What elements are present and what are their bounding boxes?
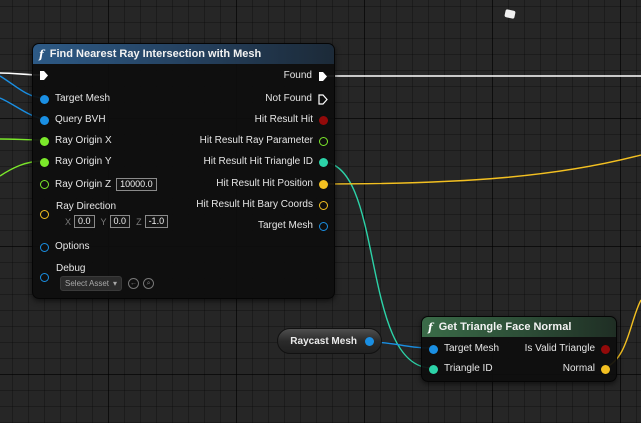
- not-found-exec-output-pin[interactable]: Not Found: [265, 93, 328, 105]
- use-selected-icon[interactable]: ←: [128, 278, 140, 289]
- object-pin-icon: [319, 221, 328, 231]
- debug-asset-row: Select Asset ▾ ← ⌕: [60, 276, 155, 291]
- float-pin-icon: [40, 136, 49, 146]
- exec-pin-icon: [40, 71, 48, 80]
- bool-pin-icon: [601, 344, 610, 354]
- ray-direction-fields: X 0.0 Y 0.0 Z -1.0: [57, 215, 169, 228]
- is-valid-triangle-output-pin[interactable]: Is Valid Triangle: [525, 343, 610, 355]
- debug-input-pin[interactable]: [40, 273, 55, 282]
- struct-pin-icon: [40, 242, 49, 252]
- exec-pin-icon: [319, 71, 327, 81]
- target-mesh-input-pin[interactable]: Target Mesh: [429, 343, 499, 355]
- node-header[interactable]: f Find Nearest Ray Intersection with Mes…: [33, 44, 334, 64]
- float-pin-icon: [40, 157, 49, 167]
- ray-direction-input-pin[interactable]: [40, 210, 55, 219]
- hit-result-ray-parameter-output-pin[interactable]: Hit Result Ray Parameter: [200, 135, 328, 147]
- ray-origin-x-input-pin[interactable]: Ray Origin X: [40, 135, 112, 147]
- triangle-id-input-pin[interactable]: Triangle ID: [429, 363, 493, 375]
- ray-origin-z-value-field[interactable]: 10000.0: [116, 178, 157, 191]
- vector-wire-position: [321, 154, 641, 185]
- direction-y-field[interactable]: 0.0: [109, 215, 131, 228]
- hit-result-hit-bary-coords-output-pin[interactable]: Hit Result Hit Bary Coords: [196, 199, 328, 211]
- get-triangle-face-normal-node[interactable]: f Get Triangle Face Normal Target Mesh T…: [421, 316, 617, 382]
- target-mesh-output-pin[interactable]: Target Mesh: [258, 220, 328, 232]
- ray-direction-label-row: Ray Direction: [56, 201, 117, 212]
- raycast-mesh-variable-node[interactable]: Raycast Mesh: [277, 328, 382, 354]
- debug-label-row: Debug: [56, 263, 86, 274]
- bool-pin-icon: [319, 115, 328, 125]
- direction-z-field[interactable]: -1.0: [144, 215, 169, 228]
- select-asset-dropdown[interactable]: Select Asset ▾: [60, 276, 123, 291]
- node-header[interactable]: f Get Triangle Face Normal: [422, 317, 616, 337]
- object-pin-icon: [429, 344, 438, 354]
- direction-x-field[interactable]: 0.0: [74, 215, 95, 228]
- vector-pin-icon: [319, 200, 328, 210]
- query-bvh-input-pin[interactable]: Query BVH: [40, 114, 106, 126]
- hit-result-hit-position-output-pin[interactable]: Hit Result Hit Position: [216, 178, 328, 190]
- int-pin-icon: [429, 364, 438, 374]
- function-icon: f: [428, 320, 433, 334]
- struct-pin-icon: [40, 115, 49, 125]
- float-pin-icon: [40, 180, 49, 189]
- find-nearest-ray-intersection-node[interactable]: f Find Nearest Ray Intersection with Mes…: [32, 43, 335, 299]
- exec-input-pin[interactable]: [39, 70, 49, 81]
- vector-pin-icon: [40, 210, 49, 219]
- normal-output-pin[interactable]: Normal: [563, 363, 610, 375]
- vector-pin-icon: [319, 179, 328, 189]
- node-title: Get Triangle Face Normal: [438, 321, 572, 333]
- ray-origin-y-input-pin[interactable]: Ray Origin Y: [40, 156, 112, 168]
- function-icon: f: [39, 47, 44, 61]
- hit-result-hit-output-pin[interactable]: Hit Result Hit: [255, 114, 328, 126]
- int-pin-icon: [319, 157, 328, 167]
- browse-search-icon[interactable]: ⌕: [143, 278, 155, 289]
- options-input-pin[interactable]: Options: [40, 241, 89, 253]
- object-pin-icon: [40, 94, 49, 104]
- ray-origin-z-input-pin[interactable]: Ray Origin Z 10000.0: [40, 178, 157, 191]
- found-exec-output-pin[interactable]: Found: [284, 70, 328, 82]
- exec-pin-icon: [318, 93, 328, 105]
- chevron-down-icon: ▾: [113, 279, 118, 288]
- target-mesh-input-pin[interactable]: Target Mesh: [40, 93, 110, 105]
- node-title: Find Nearest Ray Intersection with Mesh: [49, 48, 262, 60]
- object-pin-icon: [40, 273, 49, 282]
- float-pin-icon: [319, 136, 328, 146]
- object-pin-icon[interactable]: [365, 336, 374, 346]
- vector-pin-icon: [601, 364, 610, 374]
- hit-result-hit-triangle-id-output-pin[interactable]: Hit Result Hit Triangle ID: [204, 156, 328, 168]
